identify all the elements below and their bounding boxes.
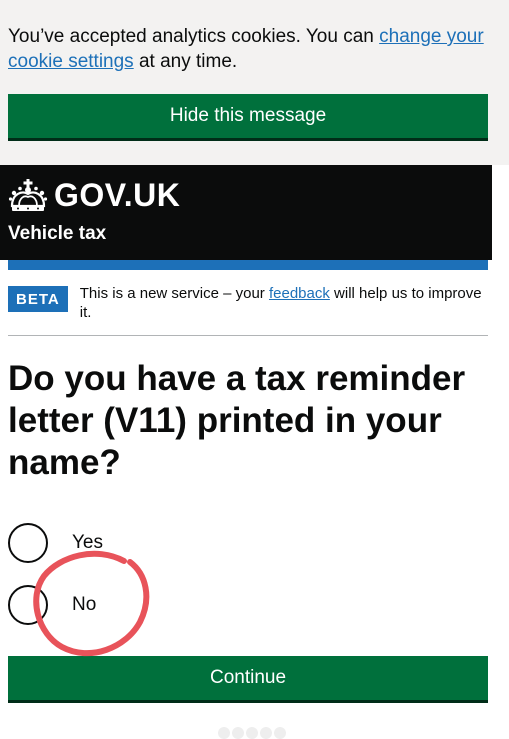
radio-option-yes[interactable]: Yes (8, 523, 103, 563)
header-blue-border (8, 260, 488, 270)
radio-no-label: No (72, 594, 97, 615)
radio-yes-label: Yes (72, 532, 103, 553)
feedback-link[interactable]: feedback (269, 285, 330, 302)
continue-button[interactable]: Continue (8, 656, 488, 700)
phase-banner-text: This is a new service – your feedback wi… (80, 284, 488, 322)
phase-banner-divider (8, 335, 488, 336)
beta-tag: BETA (8, 286, 68, 312)
service-name-link[interactable]: Vehicle tax (8, 223, 106, 245)
radio-yes-input[interactable] (8, 523, 48, 563)
cookie-text-before: You’ve accepted analytics cookies. You c… (8, 26, 380, 47)
question-title: Do you have a tax reminder letter (V11) … (8, 359, 466, 482)
govuk-logo-text: GOV.UK (54, 177, 181, 213)
page: You’ve accepted analytics cookies. You c… (0, 0, 509, 739)
phase-banner: BETA This is a new service – your feedba… (8, 284, 488, 322)
pager-dot (260, 727, 272, 739)
pager-dot (274, 727, 286, 739)
cookie-message: You’ve accepted analytics cookies. You c… (8, 24, 498, 74)
pager-dot (232, 727, 244, 739)
radio-option-no[interactable]: No (8, 585, 96, 625)
govuk-header: GOV.UK Vehicle tax (0, 165, 492, 260)
pager-dots (218, 727, 288, 739)
crown-icon (8, 178, 48, 211)
hide-message-button[interactable]: Hide this message (8, 94, 488, 138)
radio-no-input[interactable] (8, 585, 48, 625)
govuk-logo-link[interactable]: GOV.UK (8, 177, 180, 214)
cookie-text-after: at any time. (133, 51, 238, 72)
cookie-banner: You’ve accepted analytics cookies. You c… (0, 0, 509, 165)
phase-text-before: This is a new service – your (79, 285, 269, 302)
pager-dot (218, 727, 230, 739)
pager-dot (246, 727, 258, 739)
